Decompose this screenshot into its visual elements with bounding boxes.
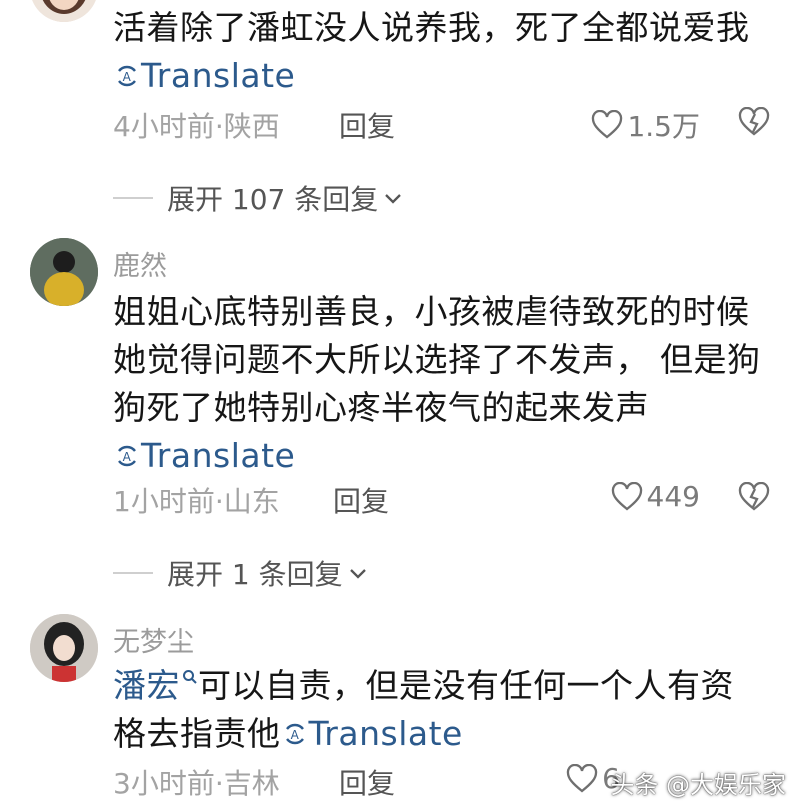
avatar[interactable] [30,0,98,22]
comment-text: 姐姐心底特别善良，小孩被虐待致死的时候她觉得问题不大所以选择了不发声， 但是狗狗… [113,292,761,475]
translate-icon: A [285,723,304,745]
mention-link[interactable]: 潘宏 [113,666,198,705]
expand-replies[interactable]: 展开 107 条回复 [113,178,404,218]
divider-line [113,572,153,574]
username[interactable]: 鹿然 [113,244,167,283]
avatar[interactable] [30,238,98,306]
chevron-down-icon [385,194,402,204]
dislike-heart-icon [738,481,770,511]
divider-line [113,197,153,199]
dislike-button[interactable] [738,106,770,144]
comment-text: 潘宏 可以自责，但是没有任何一个人有资格去指责他 A Translate [113,666,734,753]
translate-link[interactable]: A Translate [281,714,463,753]
like-button[interactable]: 449 [611,480,700,513]
heart-icon [611,481,642,510]
dislike-button[interactable] [738,481,770,519]
translate-icon: A [118,65,136,87]
time-location: 4小时前·陕西 [113,110,280,143]
time-location: 1小时前·山东 [113,485,280,518]
reply-button[interactable]: 回复 [339,762,395,802]
translate-link[interactable]: A Translate [113,436,295,475]
search-icon [183,670,197,684]
translate-link[interactable]: A Translate [113,56,295,95]
username[interactable]: 无梦尘 [113,620,194,659]
watermark: 头条 @大娱乐家 [610,771,786,799]
reply-button[interactable]: 回复 [339,105,395,145]
chevron-down-icon [349,569,366,579]
svg-text:A: A [290,728,299,742]
heart-icon [592,110,623,139]
comment-meta: 4小时前·陕西 回复 1.5万 [113,105,770,145]
avatar[interactable] [30,614,98,682]
svg-text:A: A [123,70,132,84]
comment-meta: 1小时前·山东 回复 449 [113,480,770,520]
comment-text: 活着除了潘虹没人说养我，死了全都说爱我 A Translate [113,8,750,95]
expand-replies[interactable]: 展开 1 条回复 [113,553,369,593]
heart-icon [567,763,598,792]
svg-text:A: A [123,450,132,464]
translate-icon: A [118,445,136,467]
like-button[interactable]: 1.5万 [591,105,700,145]
dislike-heart-icon [738,106,770,136]
reply-button[interactable]: 回复 [333,480,389,520]
time-location: 3小时前·吉林 [113,767,280,800]
